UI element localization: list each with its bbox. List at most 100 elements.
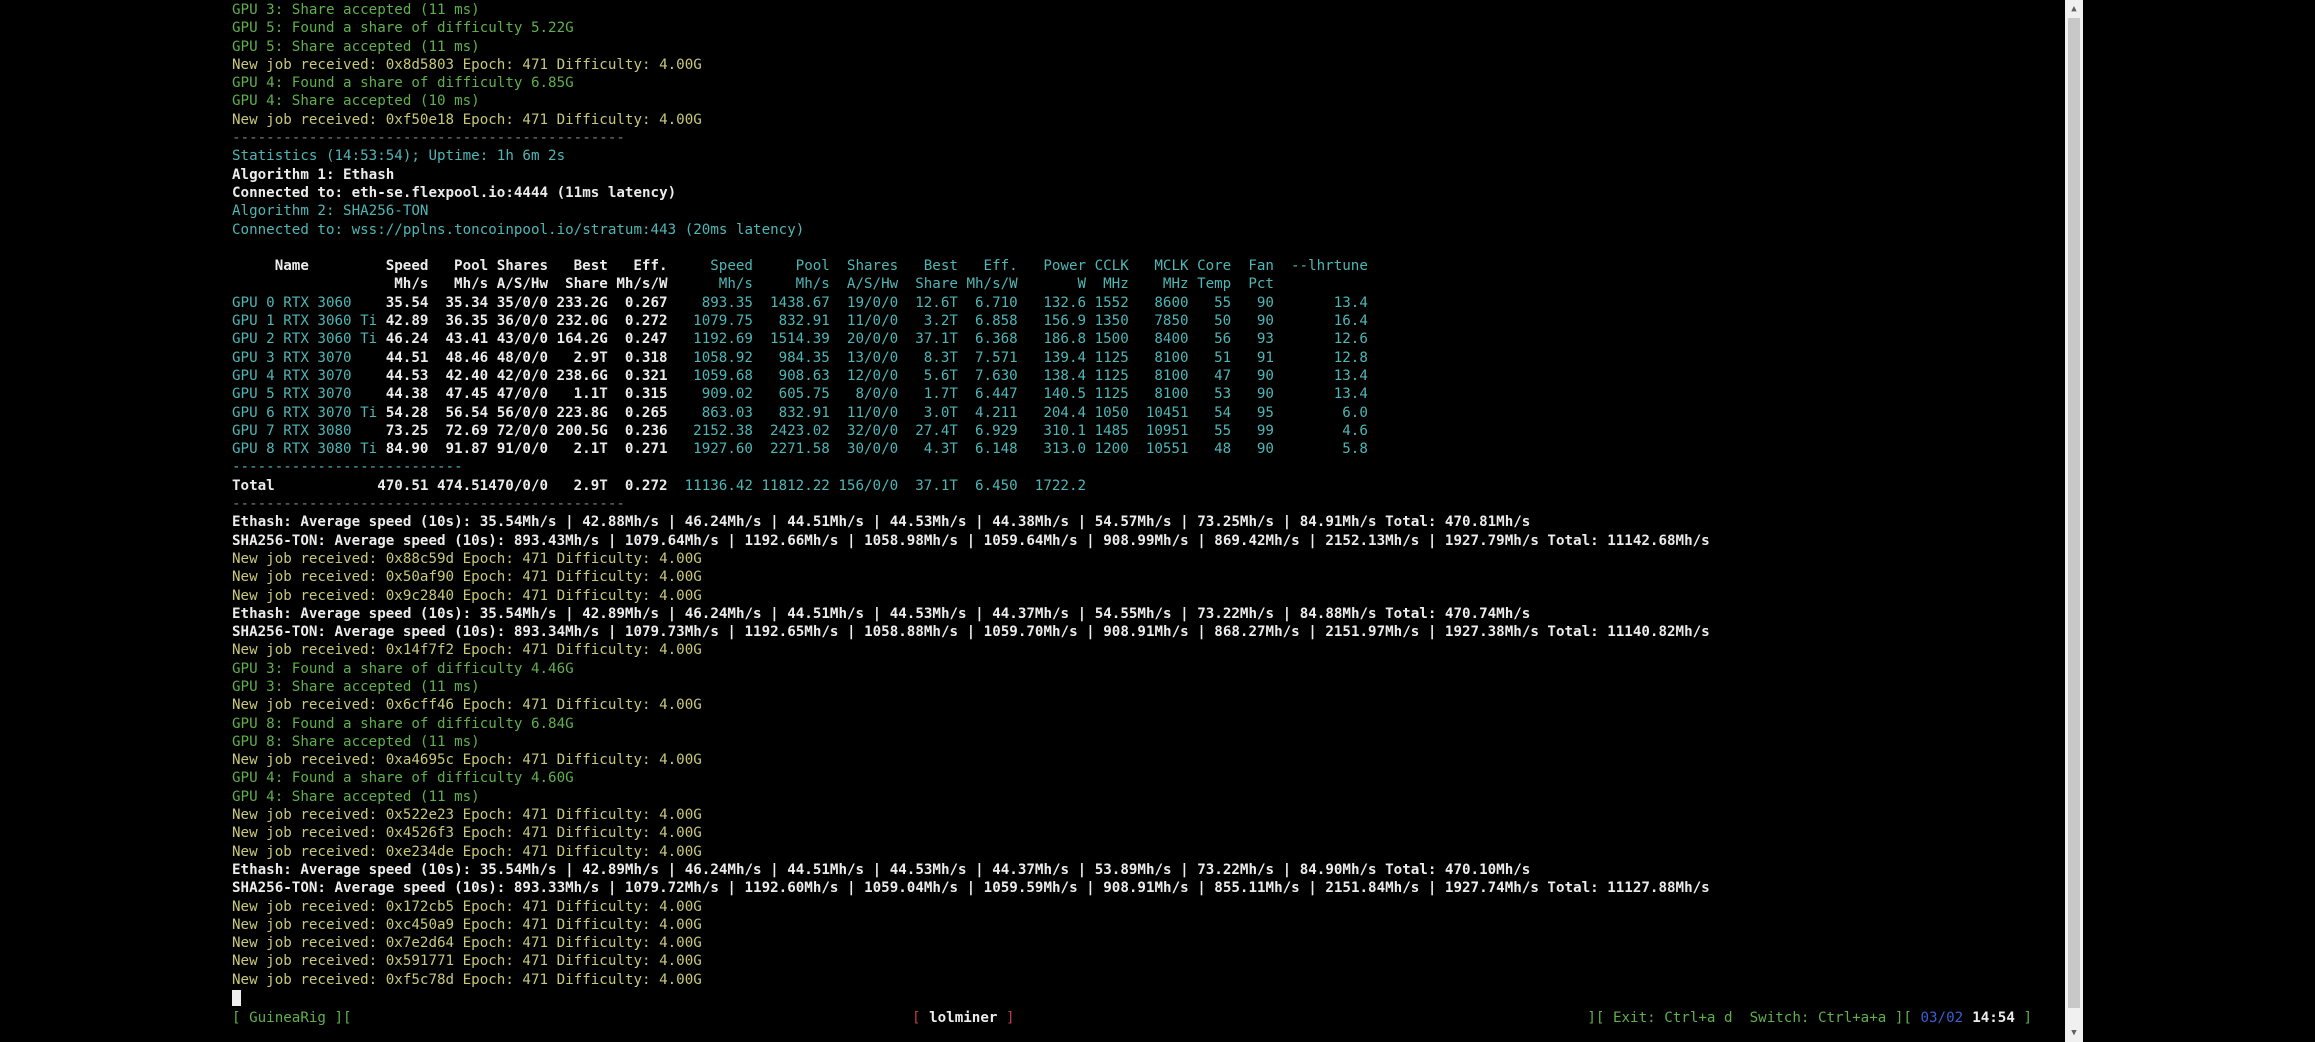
table-cell: Mh/s [718, 276, 753, 293]
log-line: New job received: 0xe234de Epoch: 471 Di… [232, 843, 702, 860]
table-cell: 47/0/0 [496, 386, 548, 403]
table-cell: 0.267 [624, 294, 668, 311]
table-cell: A/S/Hw [496, 276, 548, 293]
table-cell: 44.53 [385, 367, 429, 384]
table-cell: 204.4 [1043, 404, 1087, 421]
table-cell: 44.51 [385, 349, 429, 366]
log-line: GPU 3: Share accepted (11 ms) [232, 2, 480, 18]
stats-line: Connected to: wss://pplns.toncoinpool.io… [232, 221, 805, 238]
table-cell: GPU 8 RTX 3080 Ti [232, 441, 378, 458]
table-cell: CCLK [1094, 258, 1129, 275]
table-cell: 1200 [1094, 441, 1129, 458]
table-cell: 35.34 [445, 294, 489, 311]
table-cell: 19/0/0 [846, 294, 899, 311]
table-cell: 90 [1256, 313, 1274, 330]
table-cell: 4.3T [923, 441, 958, 458]
table-cell: Mh/s [394, 276, 429, 293]
scroll-down-arrow-icon[interactable]: ▼ [2065, 1024, 2083, 1042]
table-cell: 47 [1214, 367, 1232, 384]
table-cell: 1059.68 [693, 367, 753, 384]
table-cell: 1125 [1094, 386, 1129, 403]
table-cell: 6.368 [975, 331, 1018, 348]
table-cell: 73.25 [385, 422, 429, 439]
table-row: GPU 7 RTX 3080 73.25 72.69 72/0/0 200.5G 0.23… [232, 422, 2062, 440]
table-cell: 6.447 [975, 386, 1018, 403]
table-cell: 223.8G [556, 404, 608, 421]
table-cell: Core [1197, 258, 1232, 275]
table-cell: 3.0T [923, 404, 958, 421]
shortcut-hints: ][ Exit: Ctrl+a d Switch: Ctrl+a+a ][ [1587, 1010, 1921, 1026]
table-cell: 6.710 [975, 294, 1018, 311]
table-cell: 200.5G [556, 422, 608, 439]
table-cell: Fan [1248, 258, 1274, 275]
table-cell: 48 [1214, 441, 1232, 458]
table-cell: GPU 6 RTX 3070 Ti [232, 404, 378, 421]
table-cell: W [1077, 276, 1087, 293]
table-total-row: Total 470.51 474.51 470/0/0 2.9T 0.272 11136.4… [232, 477, 2062, 495]
table-cell: 37.1T [915, 331, 958, 348]
table-row: GPU 4 RTX 3070 44.53 42.40 42/0/0 238.6G 0.32… [232, 367, 2062, 385]
log-line: New job received: 0xf50e18 Epoch: 471 Di… [232, 111, 702, 128]
table-cell: Mh/s [795, 276, 830, 293]
table-cell: 310.1 [1043, 422, 1087, 439]
table-cell: 93 [1256, 331, 1274, 348]
table-cell: 6.0 [1342, 404, 1368, 421]
table-cell: 1438.67 [770, 294, 830, 311]
table-cell: 2.1T [573, 441, 608, 458]
table-cell: 51 [1214, 349, 1232, 366]
vertical-scrollbar[interactable]: ▲ ▼ [2065, 0, 2083, 1042]
table-cell: 1552 [1094, 294, 1129, 311]
table-cell: 164.2G [556, 331, 608, 348]
table-cell: Mh/s/W [616, 276, 668, 293]
table-cell: 35/0/0 [496, 294, 548, 311]
log-line: Ethash: Average speed (10s): 35.54Mh/s |… [232, 861, 1531, 878]
table-cell [1086, 477, 1129, 495]
table-cell: GPU 7 RTX 3080 [232, 422, 352, 439]
table-cell: MCLK [1154, 258, 1189, 275]
statusbar-host-section: [ GuineaRig ][ [232, 1010, 352, 1026]
log-line: SHA256-TON: Average speed (10s): 893.43M… [232, 532, 1710, 549]
log-line: GPU 4: Share accepted (11 ms) [232, 788, 480, 805]
table-cell [1189, 477, 1232, 495]
log-line: New job received: 0xa4695c Epoch: 471 Di… [232, 752, 702, 769]
log-line: New job received: 0x50af90 Epoch: 471 Di… [232, 569, 702, 586]
table-cell: 1722.2 [1034, 477, 1087, 494]
table-cell: GPU 4 RTX 3070 [232, 367, 352, 384]
scrollbar-thumb[interactable] [2068, 18, 2080, 1008]
table-cell: 90 [1256, 367, 1274, 384]
table-cell [1274, 275, 1368, 293]
table-cell: 11/0/0 [846, 313, 899, 330]
terminal-output[interactable]: GPU 3: Share accepted (11 ms) GPU 5: Foun… [232, 1, 2062, 1001]
table-cell: 6.929 [975, 422, 1018, 439]
scroll-up-arrow-icon[interactable]: ▲ [2065, 0, 2083, 18]
table-cell: 50 [1214, 313, 1232, 330]
table-header-row: Name Speed Pool Shares Best Eff. Speed Pool Shar… [232, 257, 2062, 275]
log-line: New job received: 0x172cb5 Epoch: 471 Di… [232, 898, 702, 915]
log-line: New job received: 0xf5c78d Epoch: 471 Di… [232, 971, 702, 988]
table-cell: 90 [1256, 441, 1274, 458]
stats-line: Connected to: eth-se.flexpool.io:4444 (1… [232, 184, 677, 201]
log-line: SHA256-TON: Average speed (10s): 893.33M… [232, 880, 1710, 897]
table-cell: 139.4 [1043, 349, 1087, 366]
table-cell: 13.4 [1333, 294, 1368, 311]
table-cell: 8/0/0 [855, 386, 899, 403]
table-cell: 90 [1256, 386, 1274, 403]
table-cell: 1192.69 [693, 331, 753, 348]
log-line: GPU 8: Share accepted (11 ms) [232, 733, 480, 750]
table-cell: 0.247 [624, 331, 668, 348]
table-cell: 0.272 [624, 477, 668, 494]
table-cell: 1125 [1094, 367, 1129, 384]
table-cell: Mh/s [454, 276, 489, 293]
table-cell: 140.5 [1043, 386, 1087, 403]
table-cell: 72.69 [445, 422, 489, 439]
statusbar-shortcuts-section: ][ Exit: Ctrl+a d Switch: Ctrl+a+a ][ 03… [1587, 1010, 2032, 1026]
table-cell: 1.1T [573, 386, 608, 403]
log-line: ----------------------------------------… [232, 496, 625, 513]
table-cell [1231, 477, 1274, 495]
terminal-cursor [232, 990, 241, 1006]
table-cell: 1500 [1094, 331, 1129, 348]
table-cell: 3.2T [923, 313, 958, 330]
table-cell: 84.90 [385, 441, 429, 458]
table-cell: 43/0/0 [496, 331, 548, 348]
